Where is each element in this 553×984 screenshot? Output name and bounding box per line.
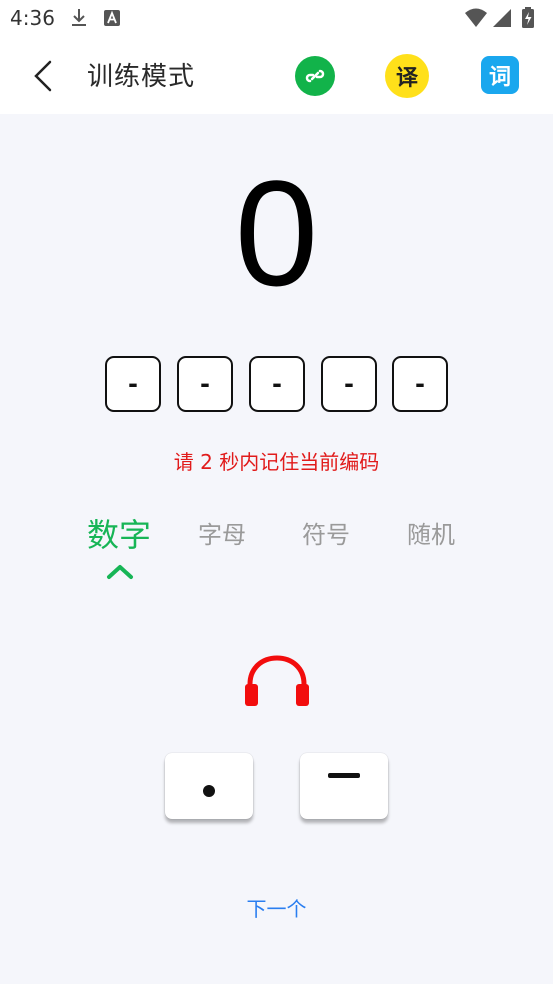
tab-random[interactable]: 随机	[407, 515, 455, 550]
dot-key-button[interactable]	[165, 753, 253, 819]
dash-key-button[interactable]	[300, 753, 388, 819]
battery-icon	[522, 7, 534, 28]
tab-letters[interactable]: 字母	[198, 515, 246, 550]
status-icons	[465, 7, 534, 28]
wifi-icon	[465, 8, 487, 27]
link-icon	[305, 69, 325, 83]
app-bar: 训练模式 译 词	[0, 36, 553, 114]
code-slot-5: -	[392, 356, 448, 412]
code-slot-4: -	[321, 356, 377, 412]
morse-dot-icon	[203, 785, 215, 797]
status-time: 4:36	[10, 6, 55, 30]
code-slot-1: -	[105, 356, 161, 412]
tab-symbols[interactable]: 符号	[302, 515, 350, 550]
translate-button[interactable]: 译	[385, 54, 429, 98]
memorize-hint: 请 2 秒内记住当前编码	[173, 450, 380, 474]
back-button[interactable]	[28, 54, 68, 98]
code-slot-2: -	[177, 356, 233, 412]
morse-dash-icon	[328, 772, 360, 778]
link-button[interactable]	[295, 56, 335, 96]
page-title: 训练模式	[87, 62, 196, 92]
code-slot-3: -	[249, 356, 305, 412]
tab-digits[interactable]: 数字	[87, 510, 151, 556]
signal-icon	[493, 9, 511, 27]
headphones-icon[interactable]	[244, 654, 310, 710]
chevron-left-icon	[34, 60, 52, 92]
dictionary-button[interactable]: 词	[481, 56, 519, 94]
dictionary-label: 词	[488, 65, 511, 90]
app-notification-icon	[104, 10, 120, 26]
translate-label: 译	[395, 66, 418, 91]
score-display: 0	[234, 149, 319, 317]
chevron-up-icon	[107, 565, 133, 579]
status-bar: 4:36	[0, 0, 553, 36]
next-button[interactable]: 下一个	[0, 893, 553, 922]
download-icon	[72, 9, 86, 26]
